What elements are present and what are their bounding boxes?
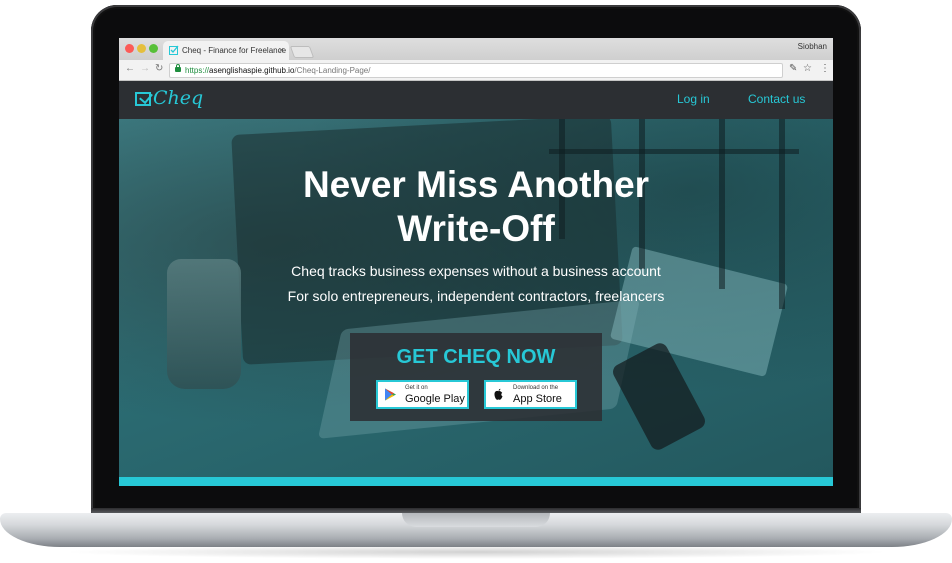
url-text: https://asenglishaspie.github.io/Cheq-La…: [185, 64, 370, 77]
maximize-window-button[interactable]: [149, 44, 158, 53]
web-page: Cheq Log in Contact us Never Miss Anothe…: [119, 81, 833, 486]
app-store-label: App Store: [513, 393, 562, 405]
checkbox-logo-icon: [135, 89, 153, 106]
contact-link[interactable]: Contact us: [748, 92, 805, 106]
hero-title: Never Miss Another Write-Off: [119, 163, 833, 251]
site-navbar: Cheq Log in Contact us: [119, 81, 833, 119]
browser-tab-bar: Cheq - Finance for Freelance × Siobhan: [119, 38, 833, 60]
tab-title: Cheq - Finance for Freelance: [182, 46, 287, 55]
login-link[interactable]: Log in: [677, 92, 710, 106]
hero-section: Never Miss Another Write-Off Cheq tracks…: [119, 119, 833, 477]
star-icon[interactable]: ☆: [803, 63, 812, 74]
google-play-label: Google Play: [405, 393, 465, 405]
url-scheme: https://: [185, 66, 210, 75]
back-arrow-icon[interactable]: ←: [125, 63, 135, 74]
hero-subtitle-1: Cheq tracks business expenses without a …: [291, 263, 661, 279]
close-window-button[interactable]: [125, 44, 134, 53]
background-stool-seat: [549, 149, 799, 154]
tab-close-icon[interactable]: ×: [279, 41, 284, 60]
cta-title: GET CHEQ NOW: [396, 346, 556, 368]
cta-box: GET CHEQ NOW Get it on Google Play Downl…: [350, 333, 602, 421]
minimize-window-button[interactable]: [137, 44, 146, 53]
url-path: /Cheq-Landing-Page/: [294, 66, 371, 75]
laptop-notch: [402, 513, 550, 527]
hero-title-line2: Write-Off: [397, 208, 555, 249]
laptop-shadow: [60, 545, 892, 559]
address-bar[interactable]: https://asenglishaspie.github.io/Cheq-La…: [169, 63, 783, 78]
app-store-small-text: Download on the: [513, 385, 559, 391]
profile-name[interactable]: Siobhan: [798, 42, 827, 51]
extension-icon[interactable]: ✎: [789, 63, 797, 74]
lock-icon: [175, 64, 181, 72]
browser-toolbar: ← → ↻ https://asenglishaspie.github.io/C…: [119, 60, 833, 81]
hero-title-line1: Never Miss Another: [302, 164, 650, 205]
reload-icon[interactable]: ↻: [155, 63, 163, 74]
logo-text: Cheq: [153, 87, 204, 109]
hero-subtitle-2: For solo entrepreneurs, independent cont…: [287, 288, 665, 304]
apple-icon: [494, 388, 503, 400]
new-tab-button[interactable]: [289, 46, 315, 58]
laptop-screen: Cheq - Finance for Freelance × Siobhan ←…: [119, 38, 833, 486]
url-host: asenglishaspie.github.io: [209, 66, 295, 75]
hero-bottom-stripe: [119, 477, 833, 486]
cheq-favicon-icon: [169, 45, 179, 55]
google-play-icon: [385, 388, 396, 401]
menu-icon[interactable]: ⋮: [820, 63, 830, 74]
browser-tab[interactable]: Cheq - Finance for Freelance ×: [163, 41, 289, 60]
google-play-button[interactable]: Get it on Google Play: [376, 380, 469, 409]
forward-arrow-icon[interactable]: →: [140, 63, 150, 74]
google-play-small-text: Get it on: [405, 385, 428, 391]
app-store-button[interactable]: Download on the App Store: [484, 380, 577, 409]
